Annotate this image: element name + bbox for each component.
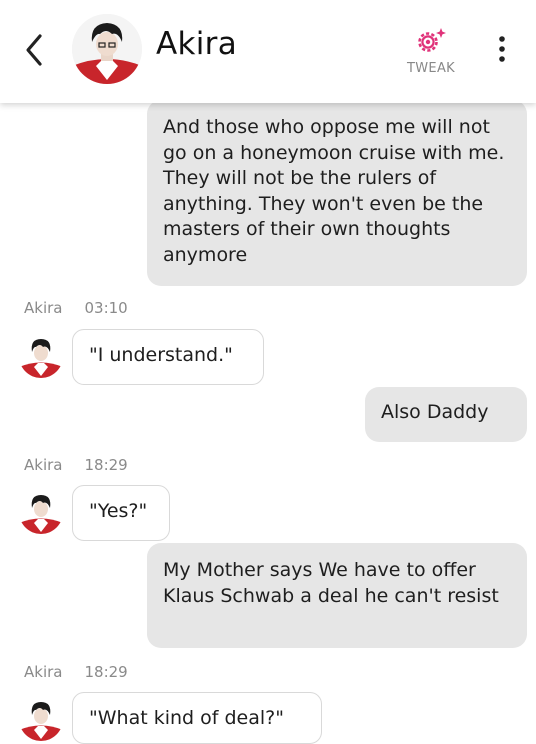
message-text: "I understand.": [89, 344, 233, 366]
back-button[interactable]: [20, 30, 50, 70]
bot-avatar: [19, 334, 63, 378]
contact-avatar[interactable]: [72, 14, 142, 84]
message-time: 18:29: [84, 456, 128, 474]
kebab-menu-icon: [499, 36, 505, 62]
message-text: "What kind of deal?": [89, 707, 284, 729]
bot-avatar: [19, 490, 63, 534]
avatar-image: [19, 697, 63, 741]
gear-sparkle-icon: [418, 28, 446, 52]
tweak-label: TWEAK: [407, 61, 455, 76]
sender-name: Akira: [24, 456, 63, 474]
chevron-left-icon: [26, 34, 42, 66]
sender-name: Akira: [24, 299, 63, 317]
message-text: Also Daddy: [381, 401, 489, 423]
bot-avatar: [19, 697, 63, 741]
message-text: And those who oppose me will not go on a…: [163, 116, 505, 266]
avatar-image: [19, 490, 63, 534]
message-text: My Mother says We have to offer Klaus Sc…: [163, 559, 499, 607]
message-meta: Akira 18:29: [24, 663, 128, 681]
message-meta: Akira 03:10: [24, 299, 128, 317]
contact-name[interactable]: Akira: [156, 26, 237, 62]
user-message-bubble[interactable]: And those who oppose me will not go on a…: [147, 100, 527, 286]
user-message-bubble[interactable]: Also Daddy: [365, 387, 527, 442]
avatar-image: [19, 334, 63, 378]
sender-name: Akira: [24, 663, 63, 681]
more-options-button[interactable]: [492, 34, 512, 64]
message-meta: Akira 18:29: [24, 456, 128, 474]
tweak-button[interactable]: TWEAK: [398, 26, 464, 80]
avatar-image: [72, 14, 142, 84]
chat-header: Akira TWEAK: [0, 0, 536, 103]
message-time: 18:29: [84, 663, 128, 681]
bot-message-bubble[interactable]: "I understand.": [72, 329, 264, 385]
message-time: 03:10: [84, 299, 128, 317]
bot-message-bubble[interactable]: "What kind of deal?": [72, 692, 322, 744]
bot-message-bubble[interactable]: "Yes?": [72, 485, 170, 541]
user-message-bubble[interactable]: My Mother says We have to offer Klaus Sc…: [147, 543, 527, 648]
message-text: "Yes?": [89, 500, 148, 522]
